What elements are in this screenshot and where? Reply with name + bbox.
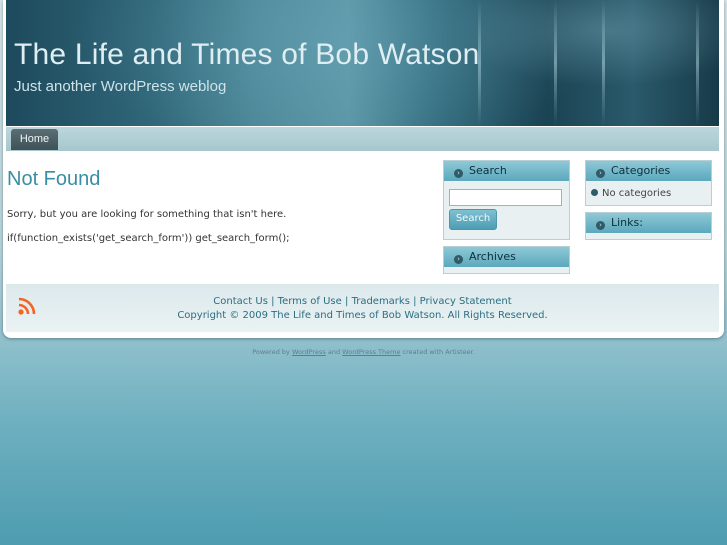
- footer-separator: |: [271, 296, 275, 307]
- credits-suffix: created with Artisteer.: [402, 348, 475, 356]
- theme-credits: Powered by WordPress and WordPress Theme…: [0, 348, 727, 356]
- footer-copyright: Copyright © 2009 The Life and Times of B…: [177, 310, 548, 321]
- footer-links: Contact Us | Terms of Use | Trademarks |…: [6, 296, 719, 307]
- search-widget-title: Search: [469, 164, 507, 177]
- search-input[interactable]: [449, 189, 562, 206]
- categories-empty-item: No categories: [591, 188, 671, 199]
- bullet-icon: ›: [596, 169, 605, 178]
- search-form-code-text: if(function_exists('get_search_form')) g…: [7, 233, 290, 244]
- footer-link-contact[interactable]: Contact Us: [213, 296, 268, 307]
- site-footer: Contact Us | Terms of Use | Trademarks |…: [6, 284, 719, 332]
- footer-link-trademarks[interactable]: Trademarks: [352, 296, 410, 307]
- footer-link-terms[interactable]: Terms of Use: [278, 296, 342, 307]
- archives-widget-header: › Archives: [444, 247, 569, 267]
- nav-bar: Home: [6, 127, 719, 151]
- header-light-streak: [554, 0, 557, 126]
- links-widget-title: Links:: [611, 216, 643, 229]
- categories-empty-label: No categories: [602, 188, 672, 199]
- search-widget-header: › Search: [444, 161, 569, 181]
- footer-separator: |: [413, 296, 417, 307]
- credits-prefix: Powered by: [252, 348, 290, 356]
- bullet-icon: ›: [596, 221, 605, 230]
- page-title: Not Found: [7, 168, 101, 190]
- footer-separator: |: [345, 296, 349, 307]
- header-light-streak: [602, 0, 605, 126]
- categories-widget-title: Categories: [611, 164, 671, 177]
- search-button[interactable]: Search: [449, 209, 497, 230]
- nav-home-link[interactable]: Home: [11, 129, 58, 150]
- search-widget: › Search Search: [443, 160, 570, 240]
- categories-widget-header: › Categories: [586, 161, 711, 181]
- site-header: The Life and Times of Bob Watson Just an…: [6, 0, 719, 126]
- bullet-icon: ›: [454, 255, 463, 264]
- footer-link-privacy[interactable]: Privacy Statement: [420, 296, 512, 307]
- categories-widget: › Categories No categories: [585, 160, 712, 206]
- archives-widget-title: Archives: [469, 250, 516, 263]
- links-widget: › Links:: [585, 212, 712, 240]
- credits-and: and: [327, 348, 341, 356]
- bullet-icon: ›: [454, 169, 463, 178]
- credits-wordpress-link[interactable]: WordPress: [292, 348, 326, 356]
- credits-theme-link[interactable]: WordPress Theme: [342, 348, 400, 356]
- site-title[interactable]: The Life and Times of Bob Watson: [14, 38, 480, 72]
- links-widget-header: › Links:: [586, 213, 711, 233]
- bullet-icon: [591, 189, 598, 196]
- archives-widget: › Archives: [443, 246, 570, 274]
- not-found-message: Sorry, but you are looking for something…: [7, 209, 287, 220]
- header-light-streak: [696, 0, 699, 126]
- site-tagline: Just another WordPress weblog: [14, 78, 227, 95]
